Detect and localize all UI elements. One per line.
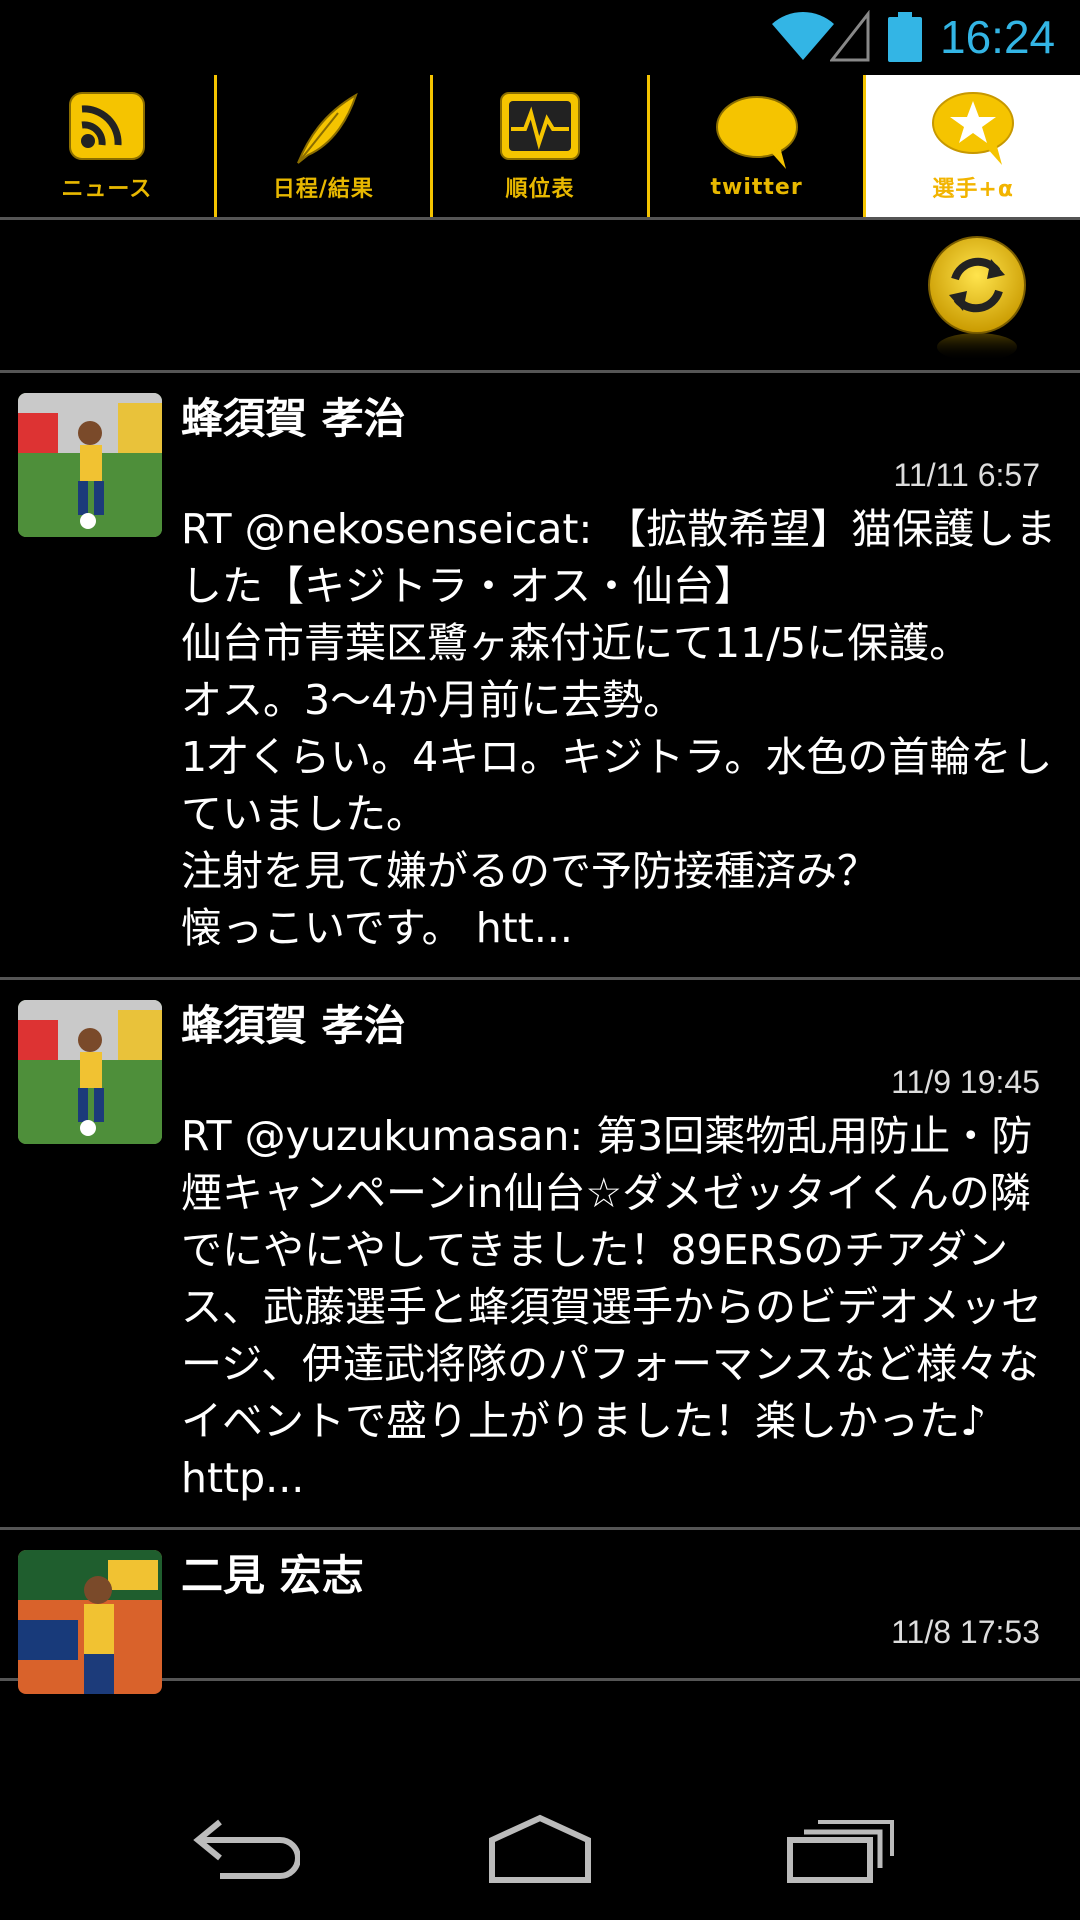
tweet-item[interactable]: 蜂須賀 孝治 11/11 6:57 RT @nekosenseicat: 【拡散… xyxy=(0,373,1080,980)
tab-twitter[interactable]: twitter xyxy=(650,75,867,217)
avatar[interactable] xyxy=(18,393,162,537)
wifi-icon xyxy=(772,11,834,60)
speech-bubble-icon xyxy=(715,95,798,169)
feather-icon xyxy=(297,92,359,164)
avatar[interactable] xyxy=(18,1550,162,1694)
tab-label: twitter xyxy=(710,174,803,200)
toolbar xyxy=(0,220,1080,373)
tab-schedule[interactable]: 日程/結果 xyxy=(217,75,434,217)
clock-time: 16:24 xyxy=(940,11,1056,63)
tab-news[interactable]: ニュース xyxy=(0,75,217,217)
home-icon[interactable] xyxy=(480,1810,600,1885)
battery-icon xyxy=(888,12,922,62)
tweet-author: 蜂須賀 孝治 xyxy=(181,394,406,443)
pulse-chart-icon xyxy=(499,92,580,160)
tab-players[interactable]: 選手+α xyxy=(866,75,1080,217)
tab-bar: ニュース 日程/結果 順位表 twitter 選手+α xyxy=(0,75,1080,220)
tab-label: 日程/結果 xyxy=(272,177,374,202)
tweet-item[interactable]: 蜂須賀 孝治 11/9 19:45 RT @yuzukumasan: 第3回薬物… xyxy=(0,980,1080,1530)
tab-label: 選手+α xyxy=(932,177,1014,202)
refresh-icon[interactable] xyxy=(925,235,1030,365)
tweet-timestamp: 11/11 6:57 xyxy=(893,457,1041,493)
avatar[interactable] xyxy=(18,1000,162,1144)
star-bubble-icon xyxy=(932,92,1015,165)
tweet-timestamp: 11/9 19:45 xyxy=(891,1064,1040,1100)
tweet-author: 蜂須賀 孝治 xyxy=(181,1001,406,1050)
tab-label: ニュース xyxy=(61,177,153,202)
tweet-timestamp: 11/8 17:53 xyxy=(891,1614,1040,1650)
navigation-bar xyxy=(0,1775,1080,1920)
tweet-item[interactable]: 二見 宏志 11/8 17:53 xyxy=(0,1530,1080,1694)
tab-standings[interactable]: 順位表 xyxy=(433,75,650,217)
signal-icon xyxy=(830,10,870,62)
tab-label: 順位表 xyxy=(505,177,575,202)
status-bar: 16:24 xyxy=(0,0,1080,75)
tweet-body: RT @nekosenseicat: 【拡散希望】猫保護しました【キジトラ・オス… xyxy=(181,505,1057,952)
tweet-feed[interactable]: 蜂須賀 孝治 11/11 6:57 RT @nekosenseicat: 【拡散… xyxy=(0,373,1080,1775)
tweet-author: 二見 宏志 xyxy=(181,1551,364,1600)
recent-apps-icon[interactable] xyxy=(780,1810,900,1885)
back-icon[interactable] xyxy=(180,1810,300,1885)
tweet-body: RT @yuzukumasan: 第3回薬物乱用防止・防煙キャンペーンin仙台☆… xyxy=(181,1112,1042,1502)
rss-icon xyxy=(68,92,145,160)
